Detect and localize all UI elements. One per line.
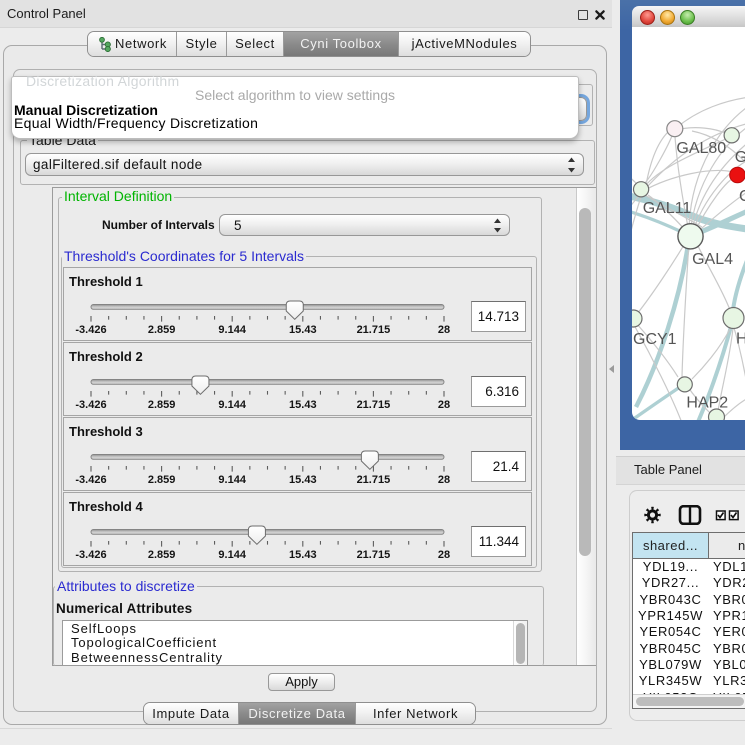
svg-text:9.144: 9.144	[218, 474, 246, 486]
svg-text:GA: GA	[735, 149, 745, 166]
svg-text:C: C	[739, 188, 745, 205]
svg-text:-3.426: -3.426	[75, 474, 106, 486]
svg-text:-3.426: -3.426	[75, 399, 106, 411]
svg-text:9.144: 9.144	[218, 549, 246, 561]
svg-text:28: 28	[438, 474, 450, 486]
svg-text:21.715: 21.715	[357, 549, 391, 561]
svg-text:GCY1: GCY1	[633, 331, 677, 348]
svg-text:2.859: 2.859	[148, 549, 176, 561]
svg-text:HAP2: HAP2	[686, 395, 728, 412]
svg-text:21.715: 21.715	[357, 474, 391, 486]
svg-text:28: 28	[438, 549, 450, 561]
svg-text:15.43: 15.43	[289, 399, 317, 411]
svg-text:HA: HA	[736, 331, 745, 348]
svg-text:-3.426: -3.426	[75, 324, 106, 336]
svg-text:-3.426: -3.426	[75, 549, 106, 561]
svg-text:21.715: 21.715	[357, 324, 391, 336]
svg-text:2.859: 2.859	[148, 399, 176, 411]
svg-text:21.715: 21.715	[357, 399, 391, 411]
svg-text:GAL4: GAL4	[692, 251, 733, 268]
svg-text:28: 28	[438, 324, 450, 336]
svg-text:15.43: 15.43	[289, 324, 317, 336]
svg-text:2.859: 2.859	[148, 324, 176, 336]
svg-text:GAL80: GAL80	[676, 140, 726, 157]
svg-text:15.43: 15.43	[289, 549, 317, 561]
svg-text:9.144: 9.144	[218, 324, 246, 336]
svg-text:28: 28	[438, 399, 450, 411]
svg-text:9.144: 9.144	[218, 399, 246, 411]
svg-text:15.43: 15.43	[289, 474, 317, 486]
svg-text:GAL11: GAL11	[643, 200, 692, 217]
svg-text:2.859: 2.859	[148, 474, 176, 486]
